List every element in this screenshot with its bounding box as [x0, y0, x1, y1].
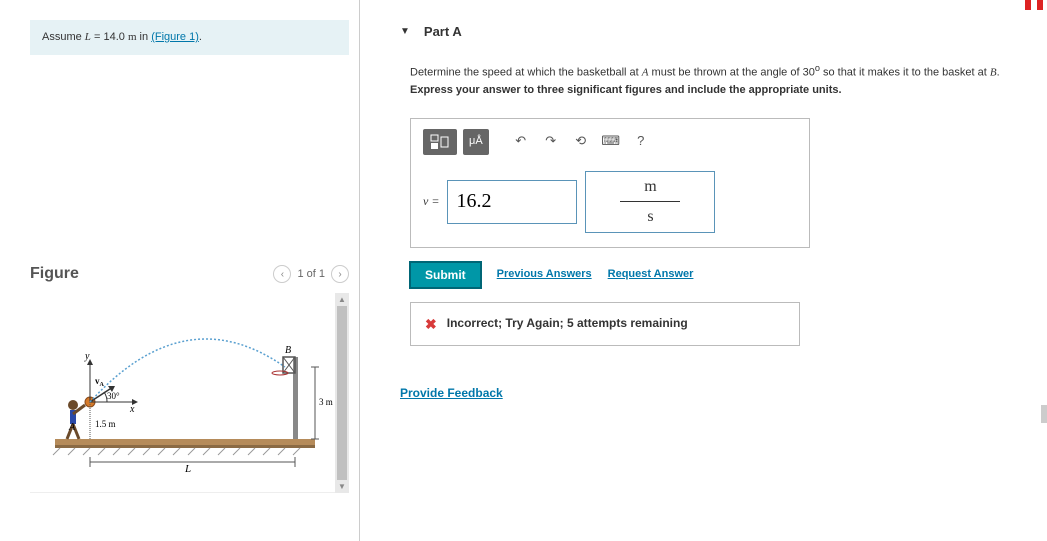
- label-y: y: [84, 351, 90, 362]
- redo-button[interactable]: ↷: [539, 130, 563, 154]
- question-line-2: Express your answer to three significant…: [410, 82, 1027, 100]
- label-vA: vA: [95, 376, 105, 388]
- unit-numerator: m: [644, 174, 656, 200]
- reset-button[interactable]: ⟲: [569, 130, 593, 154]
- request-answer-link[interactable]: Request Answer: [608, 266, 694, 284]
- assume-period: .: [199, 31, 202, 43]
- help-button[interactable]: ?: [629, 130, 653, 154]
- figure-scrollbar[interactable]: ▲ ▼: [335, 293, 349, 493]
- figure-link[interactable]: (Figure 1): [151, 31, 199, 43]
- label-h1: 1.5 m: [95, 419, 116, 429]
- label-L: L: [184, 463, 191, 475]
- templates-button[interactable]: [423, 129, 457, 155]
- provide-feedback-link[interactable]: Provide Feedback: [400, 386, 503, 400]
- symbols-button[interactable]: μÅ: [463, 129, 489, 155]
- scroll-down-icon[interactable]: ▼: [338, 482, 346, 491]
- undo-button[interactable]: ↶: [509, 130, 533, 154]
- question-line-1: Determine the speed at which the basketb…: [410, 61, 1027, 82]
- answer-value-input[interactable]: [447, 180, 577, 224]
- assume-unit: m: [128, 31, 137, 43]
- figure-title: Figure: [30, 265, 79, 283]
- figure-svg: y x 30° vA A B 1.5 m 3 m L: [35, 307, 335, 477]
- scroll-thumb[interactable]: [337, 306, 347, 480]
- answer-toolbar: μÅ ↶ ↷ ⟲ ⌨ ?: [423, 129, 797, 155]
- templates-icon: [430, 134, 450, 150]
- label-B: B: [285, 345, 291, 356]
- label-x: x: [129, 404, 135, 415]
- feedback-text: Incorrect; Try Again; 5 attempts remaini…: [447, 314, 688, 333]
- incorrect-icon: ✖: [425, 313, 437, 335]
- figure-prev-button[interactable]: ‹: [273, 265, 291, 283]
- feedback-message: ✖ Incorrect; Try Again; 5 attempts remai…: [410, 302, 800, 346]
- figure-nav: ‹ 1 of 1 ›: [273, 265, 349, 283]
- problem-assumption: Assume L = 14.0 m in (Figure 1).: [30, 20, 349, 55]
- answer-variable: v =: [423, 192, 439, 211]
- keyboard-button[interactable]: ⌨: [599, 130, 623, 154]
- figure-next-button[interactable]: ›: [331, 265, 349, 283]
- label-angle: 30°: [107, 391, 120, 401]
- label-A: A: [68, 422, 76, 433]
- scroll-up-icon[interactable]: ▲: [338, 295, 346, 304]
- fraction-line: [620, 201, 680, 202]
- figure-page-info: 1 of 1: [297, 268, 325, 280]
- figure-image: y x 30° vA A B 1.5 m 3 m L: [30, 293, 335, 493]
- unit-denominator: s: [647, 204, 653, 230]
- answer-units-input[interactable]: m s: [585, 171, 715, 233]
- submit-button[interactable]: Submit: [410, 262, 481, 288]
- assume-text: Assume: [42, 31, 85, 43]
- label-h2: 3 m: [319, 397, 333, 407]
- assume-in: in: [137, 31, 152, 43]
- previous-answers-link[interactable]: Previous Answers: [497, 266, 592, 284]
- part-title: Part A: [424, 24, 462, 39]
- answer-panel: μÅ ↶ ↷ ⟲ ⌨ ? v = m s: [410, 118, 810, 248]
- assume-eq: = 14.0: [91, 31, 128, 43]
- collapse-icon[interactable]: ▼: [400, 26, 410, 37]
